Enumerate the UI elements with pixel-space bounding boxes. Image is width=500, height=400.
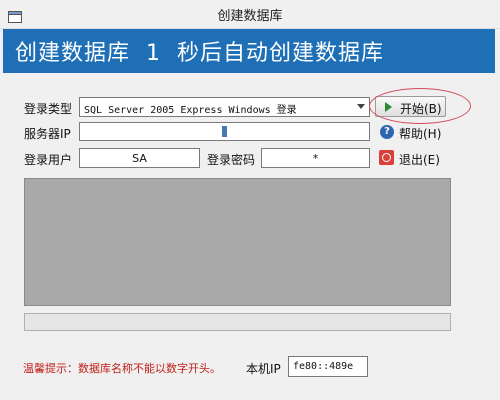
server-ip-input[interactable] [79, 122, 370, 141]
login-type-select[interactable]: SQL Server 2005 Express Windows 登录 [79, 97, 370, 117]
help-icon: ? [380, 125, 394, 139]
login-user-label: 登录用户 [24, 153, 73, 167]
window-title: 创建数据库 [217, 9, 283, 24]
login-type-label: 登录类型 [24, 102, 73, 116]
login-password-label: 登录密码 [207, 153, 256, 167]
login-user-input[interactable]: SA [79, 148, 200, 168]
login-password-input[interactable]: * [261, 148, 370, 168]
login-password-value: * [312, 152, 319, 165]
text-cursor [222, 126, 227, 137]
local-ip-field[interactable]: fe80::489e [288, 356, 368, 377]
power-icon [379, 150, 394, 165]
server-ip-label: 服务器IP [24, 127, 71, 141]
help-button-label: 帮助(H) [399, 127, 442, 141]
title-bar[interactable]: 创建数据库 [0, 0, 500, 29]
local-ip-label: 本机IP [246, 362, 281, 376]
warning-tip: 温馨提示：数据库名称不能以数字开头。 [23, 362, 221, 375]
highlight-circle [369, 88, 471, 124]
progress-bar [24, 313, 451, 331]
login-user-value: SA [132, 152, 147, 165]
create-database-window: 创建数据库 创建数据库 1 秒后自动创建数据库 登录类型 SQL Server … [0, 0, 500, 400]
countdown-banner: 创建数据库 1 秒后自动创建数据库 [3, 29, 495, 73]
exit-button-label: 退出(E) [399, 153, 440, 167]
local-ip-value: fe80::489e [293, 361, 354, 372]
login-type-value: SQL Server 2005 Express Windows 登录 [84, 105, 297, 116]
chevron-down-icon[interactable] [357, 104, 365, 109]
countdown-text: 创建数据库 1 秒后自动创建数据库 [15, 41, 384, 66]
log-output-area[interactable] [24, 178, 451, 306]
exit-button[interactable]: 退出(E) [375, 148, 446, 169]
help-button[interactable]: ? 帮助(H) [375, 122, 446, 143]
